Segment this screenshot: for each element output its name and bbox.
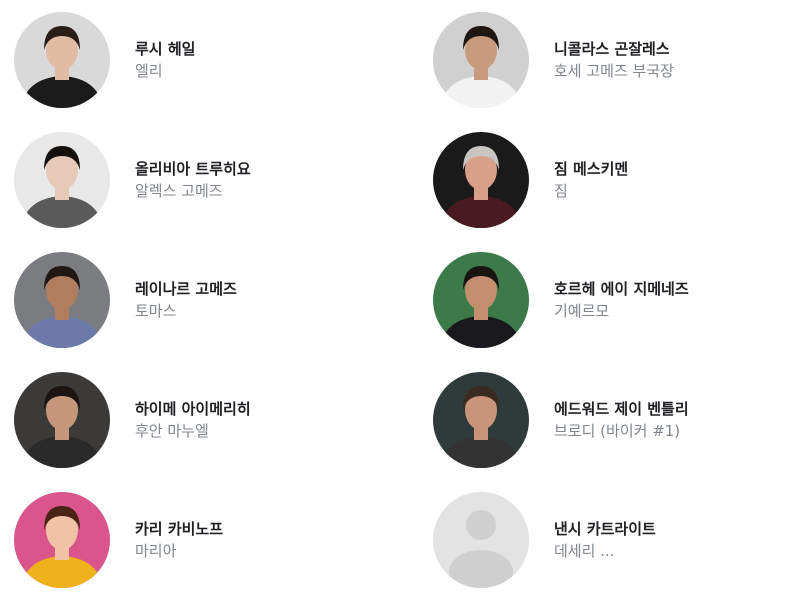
cast-member[interactable]: 레이나르 고메즈 토마스 — [14, 252, 237, 348]
cast-member[interactable]: 카리 카비노프 마리아 — [14, 492, 223, 588]
cast-role: 호세 고메즈 부국장 — [554, 62, 674, 80]
avatar-photo-icon — [433, 12, 529, 108]
avatar-photo-icon — [433, 252, 529, 348]
cast-role: 짐 — [554, 182, 568, 200]
avatar-photo-icon — [14, 372, 110, 468]
cast-photo — [14, 252, 110, 348]
cast-photo — [433, 492, 529, 588]
cast-name[interactable]: 레이나르 고메즈 — [135, 278, 237, 300]
cast-member[interactable]: 올리비아 트루히요 알렉스 고메즈 — [14, 132, 251, 228]
cast-role: 후안 마누엘 — [135, 422, 209, 440]
cast-role: 기예르모 — [554, 302, 610, 320]
avatar-photo-icon — [433, 372, 529, 468]
avatar-photo-icon — [433, 132, 529, 228]
cast-name[interactable]: 올리비아 트루히요 — [135, 158, 251, 180]
cast-photo — [14, 12, 110, 108]
cast-member[interactable]: 낸시 카트라이트 데세리 ... — [433, 492, 656, 588]
cast-name[interactable]: 루시 헤일 — [135, 38, 195, 60]
placeholder-person-icon — [433, 492, 529, 588]
cast-photo — [433, 252, 529, 348]
cast-photo — [433, 372, 529, 468]
cast-role: 브로디 (바이커 #1) — [554, 422, 681, 440]
avatar-photo-icon — [14, 492, 110, 588]
cast-name[interactable]: 니콜라스 곤잘레스 — [554, 38, 674, 60]
cast-member[interactable]: 에드워드 제이 벤틀리 브로디 (바이커 #1) — [433, 372, 689, 468]
cast-photo — [14, 372, 110, 468]
cast-role: 엘리 — [135, 62, 163, 80]
cast-photo — [433, 132, 529, 228]
cast-name[interactable]: 에드워드 제이 벤틀리 — [554, 398, 689, 420]
cast-name[interactable]: 낸시 카트라이트 — [554, 518, 656, 540]
cast-member[interactable]: 하이메 아이메리히 후안 마누엘 — [14, 372, 251, 468]
cast-member[interactable]: 짐 메스키멘 짐 — [433, 132, 628, 228]
avatar-photo-icon — [14, 12, 110, 108]
cast-name[interactable]: 하이메 아이메리히 — [135, 398, 251, 420]
cast-photo — [433, 12, 529, 108]
cast-role: 알렉스 고메즈 — [135, 182, 223, 200]
cast-grid: 루시 헤일 엘리 니콜라스 곤잘레스 호세 고메즈 부국장 올리비아 트루히요 … — [0, 0, 787, 603]
cast-member[interactable]: 호르헤 에이 지메네즈 기예르모 — [433, 252, 689, 348]
avatar-photo-icon — [14, 252, 110, 348]
cast-role: 데세리 ... — [554, 542, 615, 560]
cast-photo — [14, 492, 110, 588]
cast-role: 마리아 — [135, 542, 177, 560]
cast-member[interactable]: 루시 헤일 엘리 — [14, 12, 195, 108]
cast-photo — [14, 132, 110, 228]
cast-name[interactable]: 짐 메스키멘 — [554, 158, 628, 180]
cast-member[interactable]: 니콜라스 곤잘레스 호세 고메즈 부국장 — [433, 12, 674, 108]
cast-name[interactable]: 호르헤 에이 지메네즈 — [554, 278, 689, 300]
avatar-photo-icon — [14, 132, 110, 228]
cast-role: 토마스 — [135, 302, 177, 320]
cast-name[interactable]: 카리 카비노프 — [135, 518, 223, 540]
